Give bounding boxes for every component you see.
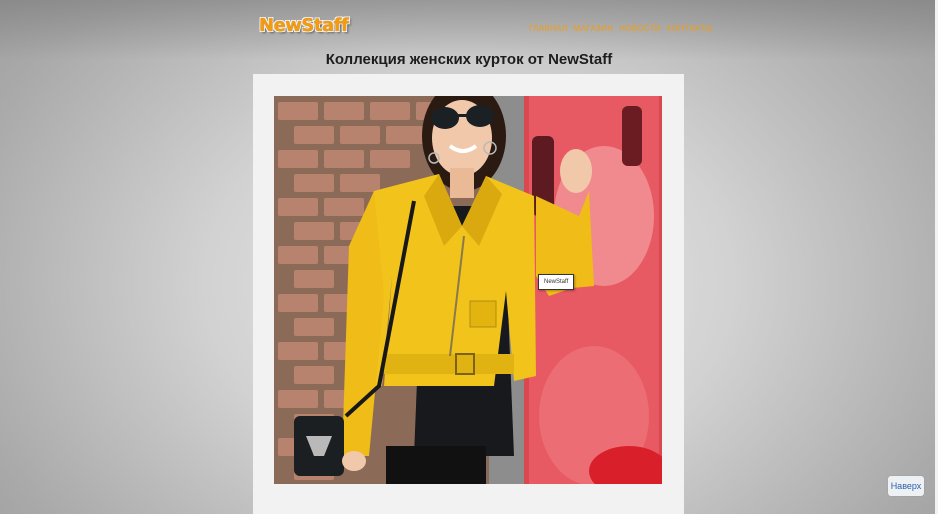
nav-item-home[interactable]: ГЛАВНАЯ	[529, 24, 568, 34]
site-logo[interactable]: NewStaff	[259, 14, 349, 38]
nav-item-shop[interactable]: МАГАЗИН	[574, 24, 614, 34]
product-photo[interactable]	[274, 96, 662, 484]
main-nav: ГЛАВНАЯ МАГАЗИН НОВОСТИ КОНТАКТЫ	[529, 24, 712, 34]
back-to-top-button[interactable]: Наверх	[888, 476, 924, 496]
page-title: Коллекция женских курток от NewStaff	[325, 51, 613, 68]
image-tag: NewStaff	[538, 274, 575, 290]
nav-item-news[interactable]: НОВОСТИ	[619, 24, 661, 34]
gallery-card: NewStaff	[253, 74, 684, 514]
nav-item-contacts[interactable]: КОНТАКТЫ	[667, 24, 713, 34]
